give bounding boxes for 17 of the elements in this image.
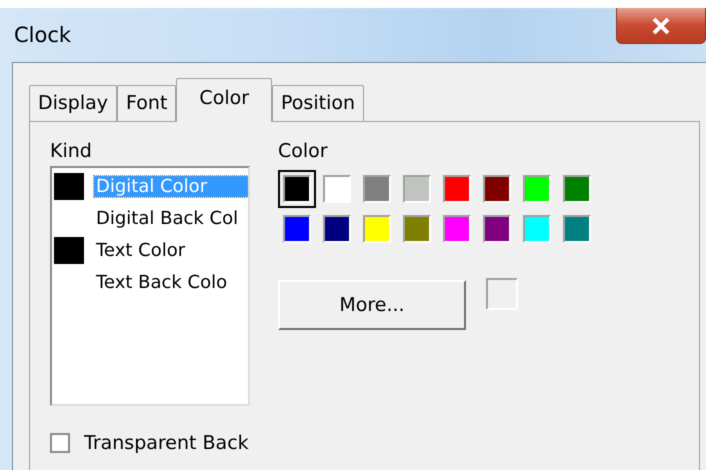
more-button[interactable]: More... (278, 280, 466, 330)
tab[interactable]: Color (176, 78, 272, 122)
list-item[interactable]: Digital Back Col (94, 208, 248, 228)
window-title: Clock (14, 23, 72, 47)
checkbox-label: Transparent Back (84, 432, 249, 454)
tab[interactable]: Display (29, 85, 118, 121)
color-label: Color (278, 140, 329, 164)
tab[interactable]: Position (272, 85, 364, 121)
close-button[interactable] (616, 8, 706, 44)
tab[interactable]: Font (117, 85, 176, 121)
color-preview (486, 278, 518, 310)
checkbox[interactable] (50, 433, 70, 453)
kind-label: Kind (50, 140, 93, 164)
color-swatch-button[interactable] (278, 170, 316, 208)
list-item[interactable]: Text Color (94, 240, 248, 260)
close-icon (651, 16, 671, 34)
list-item[interactable]: Text Back Colo (94, 272, 248, 292)
